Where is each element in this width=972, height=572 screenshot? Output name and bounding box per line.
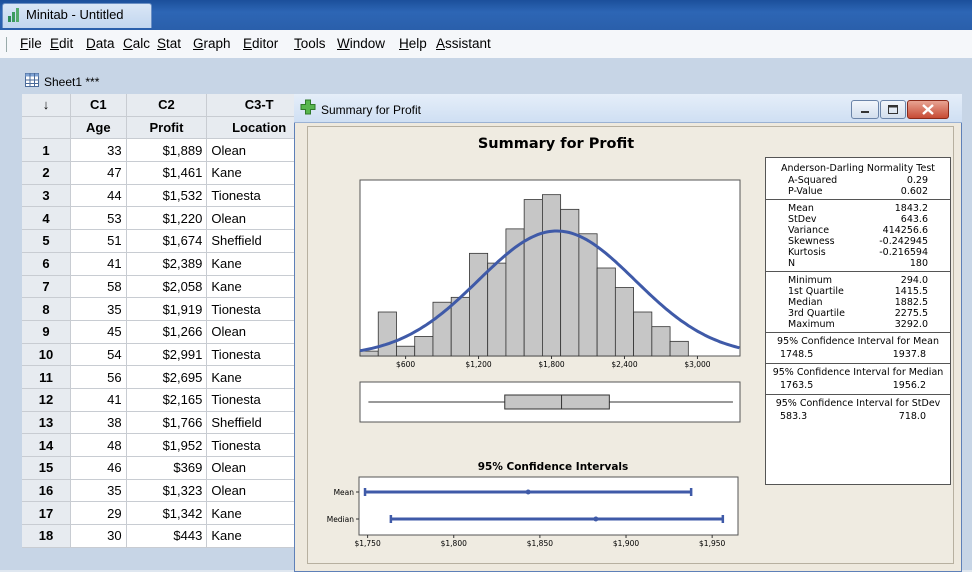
histogram-bar xyxy=(359,350,379,357)
histogram-bar xyxy=(469,252,489,357)
histogram-tick-label: $3,000 xyxy=(684,360,710,369)
histogram-tick-label: $600 xyxy=(396,360,415,369)
stat-row: Minimum 294.0 xyxy=(788,275,928,286)
stat-row: StDev 643.6 xyxy=(788,214,928,225)
stat-label: 1st Quartile xyxy=(788,286,844,297)
stat-label: Kurtosis xyxy=(788,247,826,258)
ci-stdev-title: 95% Confidence Interval for StDev xyxy=(775,398,941,409)
ci-stdev-high: 718.0 xyxy=(898,411,926,422)
histogram-bar xyxy=(578,233,598,357)
ci-plot-title: 95% Confidence Intervals xyxy=(478,461,629,473)
histogram-tick-label: $2,400 xyxy=(611,360,637,369)
stat-row: Skewness -0.242945 xyxy=(788,236,928,247)
ad-rows: A-Squared 0.29 P-Value 0.602 xyxy=(770,175,946,197)
histogram-tick-label: $1,800 xyxy=(538,360,564,369)
ci-median-high: 1956.2 xyxy=(892,380,926,391)
histogram-bar xyxy=(523,199,543,357)
stat-value: 3292.0 xyxy=(894,319,928,330)
histogram-bar xyxy=(432,301,452,357)
stat-label: 3rd Quartile xyxy=(788,308,845,319)
ci-mean-low: 1748.5 xyxy=(780,349,814,360)
stat-row: Mean 1843.2 xyxy=(788,203,928,214)
stats-panel: Anderson-Darling Normality Test A-Square… xyxy=(765,157,951,485)
histogram-bar xyxy=(487,262,507,357)
histogram-bar xyxy=(669,340,689,357)
stat-value: 0.602 xyxy=(900,186,928,197)
ci-category-label: Mean xyxy=(334,488,355,497)
histogram-bar xyxy=(377,311,397,357)
stat-row: P-Value 0.602 xyxy=(788,186,928,197)
stat-value: 294.0 xyxy=(900,275,928,286)
stat-row: 3rd Quartile 2275.5 xyxy=(788,308,928,319)
ci-plot-frame xyxy=(358,476,739,536)
boxplot-box xyxy=(504,394,610,410)
histogram-bar xyxy=(450,296,470,357)
histogram-bar xyxy=(396,345,416,357)
stat-label: N xyxy=(788,258,796,269)
ci-point xyxy=(593,516,599,522)
stat-label: Variance xyxy=(788,225,830,236)
stat-label: StDev xyxy=(788,214,817,225)
ci-tick-label: $1,850 xyxy=(527,539,553,548)
stat-value: 180 xyxy=(909,258,928,269)
stat-row: Kurtosis -0.216594 xyxy=(788,247,928,258)
ci-tick-label: $1,750 xyxy=(354,539,380,548)
histogram-bar xyxy=(633,311,653,357)
stat-row: Variance 414256.6 xyxy=(788,225,928,236)
ci-stdev-low: 583.3 xyxy=(780,411,808,422)
ci-category-label: Median xyxy=(327,515,355,524)
histogram-bar xyxy=(614,287,634,357)
stat-label: Mean xyxy=(788,203,814,214)
ci-tick-label: $1,950 xyxy=(699,539,725,548)
stat-value: 643.6 xyxy=(900,214,928,225)
stat-value: 1843.2 xyxy=(894,203,928,214)
ad-test-title: Anderson-Darling Normality Test xyxy=(781,163,935,174)
stat-value: -0.216594 xyxy=(879,247,928,258)
ci-median-low: 1763.5 xyxy=(780,380,814,391)
histogram-bar xyxy=(414,336,434,357)
stat-label: A-Squared xyxy=(788,175,838,186)
histogram-bar xyxy=(596,267,616,357)
ci-mean-title: 95% Confidence Interval for Mean xyxy=(777,336,939,347)
stat-value: 414256.6 xyxy=(882,225,928,236)
histogram-bar xyxy=(651,326,671,357)
ci-point xyxy=(525,489,531,495)
stat-row: 1st Quartile 1415.5 xyxy=(788,286,928,297)
ci-mean-high: 1937.8 xyxy=(892,349,926,360)
ci-median-title: 95% Confidence Interval for Median xyxy=(772,367,944,378)
histogram-tick-label: $1,200 xyxy=(465,360,491,369)
stat-label: Minimum xyxy=(788,275,833,286)
ci-tick-label: $1,900 xyxy=(613,539,639,548)
stat-row: Median 1882.5 xyxy=(788,297,928,308)
stat-value: 1415.5 xyxy=(894,286,928,297)
quartile-rows: Minimum 294.0 1st Quartile 1415.5 Median 1882… xyxy=(766,272,950,333)
stat-row: Maximum 3292.0 xyxy=(788,319,928,330)
stat-row: N 180 xyxy=(788,258,928,269)
stat-value: 0.29 xyxy=(906,175,928,186)
histogram-bar xyxy=(542,194,562,357)
stat-label: P-Value xyxy=(788,186,823,197)
stat-value: 1882.5 xyxy=(894,297,928,308)
stat-label: Maximum xyxy=(788,319,835,330)
ci-tick-label: $1,800 xyxy=(441,539,467,548)
stat-value: -0.242945 xyxy=(879,236,928,247)
stat-label: Skewness xyxy=(788,236,835,247)
stat-row: A-Squared 0.29 xyxy=(788,175,928,186)
stat-label: Median xyxy=(788,297,823,308)
stat-value: 2275.5 xyxy=(894,308,928,319)
moment-rows: Mean 1843.2 StDev 643.6 Variance 414256.6 Skew… xyxy=(766,200,950,272)
